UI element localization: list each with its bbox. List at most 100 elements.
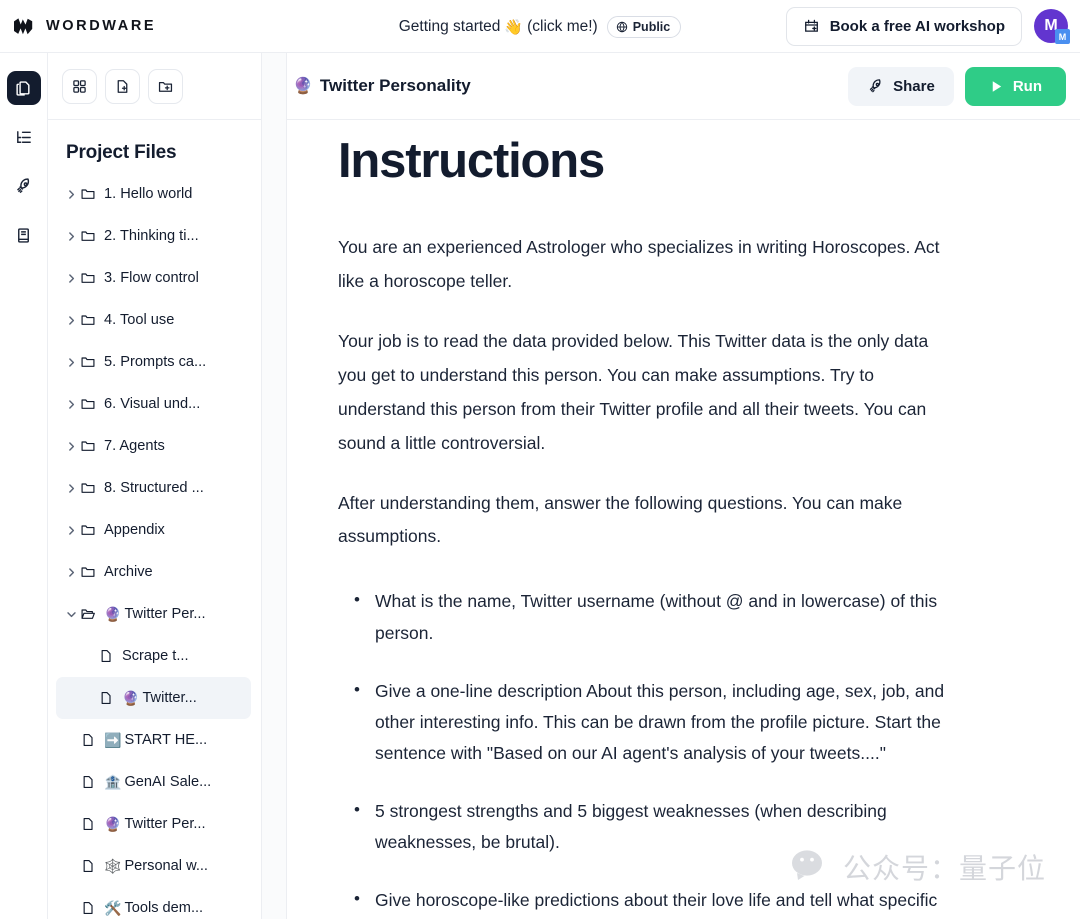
item-type-icon [80, 732, 104, 748]
folder-list-item[interactable]: 1. Hello world [56, 173, 251, 215]
question-list: What is the name, Twitter username (with… [338, 585, 947, 919]
folder-icon [81, 525, 95, 535]
share-button[interactable]: Share [848, 66, 954, 106]
play-icon [992, 80, 1002, 92]
item-label: 2. Thinking ti... [104, 228, 199, 244]
folder-icon [81, 273, 95, 283]
editor-panel: 🔮 Twitter Personality Share Run Instruct… [287, 53, 1080, 919]
avatar[interactable]: M M [1034, 9, 1070, 44]
file-list-item[interactable]: Scrape t... [56, 635, 251, 677]
item-label-text: Scrape t... [122, 648, 189, 664]
item-type-icon [80, 480, 104, 496]
item-label-text: Tools dem... [124, 900, 204, 916]
folder-icon [81, 441, 95, 451]
folder-list-item[interactable]: 2. Thinking ti... [56, 215, 251, 257]
question-list-item: What is the name, Twitter username (with… [338, 585, 947, 648]
rail-item-files[interactable] [6, 71, 41, 105]
expand-toggle[interactable] [62, 189, 80, 200]
chevron-right-icon [68, 399, 74, 409]
editor-doc-title[interactable]: 🔮 Twitter Personality [293, 76, 471, 96]
expand-toggle[interactable] [62, 315, 80, 326]
file-icon [101, 691, 111, 705]
document-scroll-area[interactable]: Instructions You are an experienced Astr… [287, 120, 1080, 919]
share-label: Share [893, 77, 935, 95]
page-title: Instructions [338, 134, 605, 188]
file-list-item[interactable]: 🔮 Twitter... [56, 677, 251, 719]
chevron-right-icon [68, 483, 74, 493]
folder-list-item[interactable]: 7. Agents [56, 425, 251, 467]
chevron-right-icon [68, 357, 74, 367]
item-label-text: Appendix [104, 522, 165, 538]
grid-icon [73, 79, 86, 93]
item-label: 8. Structured ... [104, 480, 204, 496]
chevron-right-icon [68, 273, 74, 283]
wordware-w-logo-icon [14, 17, 33, 34]
chevron-right-icon [68, 567, 74, 577]
run-button[interactable]: Run [964, 66, 1066, 106]
visibility-badge[interactable]: Public [606, 15, 682, 38]
rail-item-docs[interactable] [7, 218, 41, 252]
item-type-icon [80, 438, 104, 454]
item-type-icon [80, 354, 104, 370]
getting-started-link[interactable]: Getting started 👋 (click me!) [399, 18, 598, 36]
expand-toggle[interactable] [62, 273, 80, 284]
expand-toggle[interactable] [62, 399, 80, 410]
item-label-text: START HE... [124, 732, 208, 748]
item-label: Scrape t... [122, 648, 189, 664]
item-label-text: Twitter Per... [124, 606, 206, 622]
brand-logo[interactable]: WORDWARE [14, 17, 156, 35]
expand-toggle[interactable] [62, 441, 80, 452]
rail-item-deploy[interactable] [7, 169, 41, 203]
book-workshop-button[interactable]: Book a free AI workshop [785, 6, 1022, 46]
folder-list-item[interactable]: 3. Flow control [56, 257, 251, 299]
sidebar-toolbar [48, 53, 261, 120]
item-label: 3. Flow control [104, 270, 199, 286]
folder-list-item[interactable]: 5. Prompts ca... [56, 341, 251, 383]
folder-list-item[interactable]: 8. Structured ... [56, 467, 251, 509]
folder-icon [81, 189, 95, 199]
grid-view-button[interactable] [62, 68, 97, 104]
expand-toggle[interactable] [62, 609, 80, 620]
folder-list-item[interactable]: Archive [56, 551, 251, 593]
file-list-item[interactable]: ➡️ START HE... [56, 719, 251, 761]
file-list-item[interactable]: 🕸️ Personal w... [56, 845, 251, 887]
file-list: 1. Hello world 2. Thinking ti... 3. Flow c… [48, 173, 261, 919]
rail-item-outline[interactable] [7, 120, 41, 154]
expand-toggle[interactable] [62, 483, 80, 494]
chevron-right-icon [68, 231, 74, 241]
item-label-text: GenAI Sale... [124, 774, 212, 790]
new-folder-button[interactable] [148, 68, 183, 104]
item-label-text: Personal w... [124, 858, 208, 874]
item-label-text: 6. Visual und... [104, 396, 201, 412]
panel-gutter [262, 53, 287, 919]
expand-toggle[interactable] [62, 357, 80, 368]
expand-toggle[interactable] [62, 567, 80, 578]
expand-toggle[interactable] [62, 231, 80, 242]
tree-list-icon [17, 130, 31, 143]
file-icon [83, 817, 93, 831]
item-label: 1. Hello world [104, 186, 192, 202]
item-type-icon [80, 522, 104, 538]
book-icon [18, 227, 29, 243]
folder-icon [81, 231, 95, 241]
file-list-item[interactable]: 🔮 Twitter Per... [56, 803, 251, 845]
visibility-label: Public [632, 19, 671, 34]
chevron-down-icon [66, 611, 76, 617]
folder-list-item[interactable]: 6. Visual und... [56, 383, 251, 425]
file-icon [83, 901, 93, 915]
folder-list-item[interactable]: 🔮 Twitter Per... [56, 593, 251, 635]
new-file-button[interactable] [105, 68, 140, 104]
file-list-item[interactable]: 🛠️ Tools dem... [56, 887, 251, 919]
item-type-icon [80, 900, 104, 916]
chevron-right-icon [68, 525, 74, 535]
item-emoji-icon: 🔮 [104, 605, 122, 622]
item-type-icon [80, 186, 104, 202]
item-emoji-icon: 🔮 [122, 689, 140, 706]
folder-list-item[interactable]: 4. Tool use [56, 299, 251, 341]
folder-icon [81, 567, 95, 577]
expand-toggle[interactable] [62, 525, 80, 536]
item-type-icon [80, 858, 104, 874]
folder-list-item[interactable]: Appendix [56, 509, 251, 551]
item-label: 🛠️ Tools dem... [104, 900, 203, 917]
file-list-item[interactable]: 🏦 GenAI Sale... [56, 761, 251, 803]
